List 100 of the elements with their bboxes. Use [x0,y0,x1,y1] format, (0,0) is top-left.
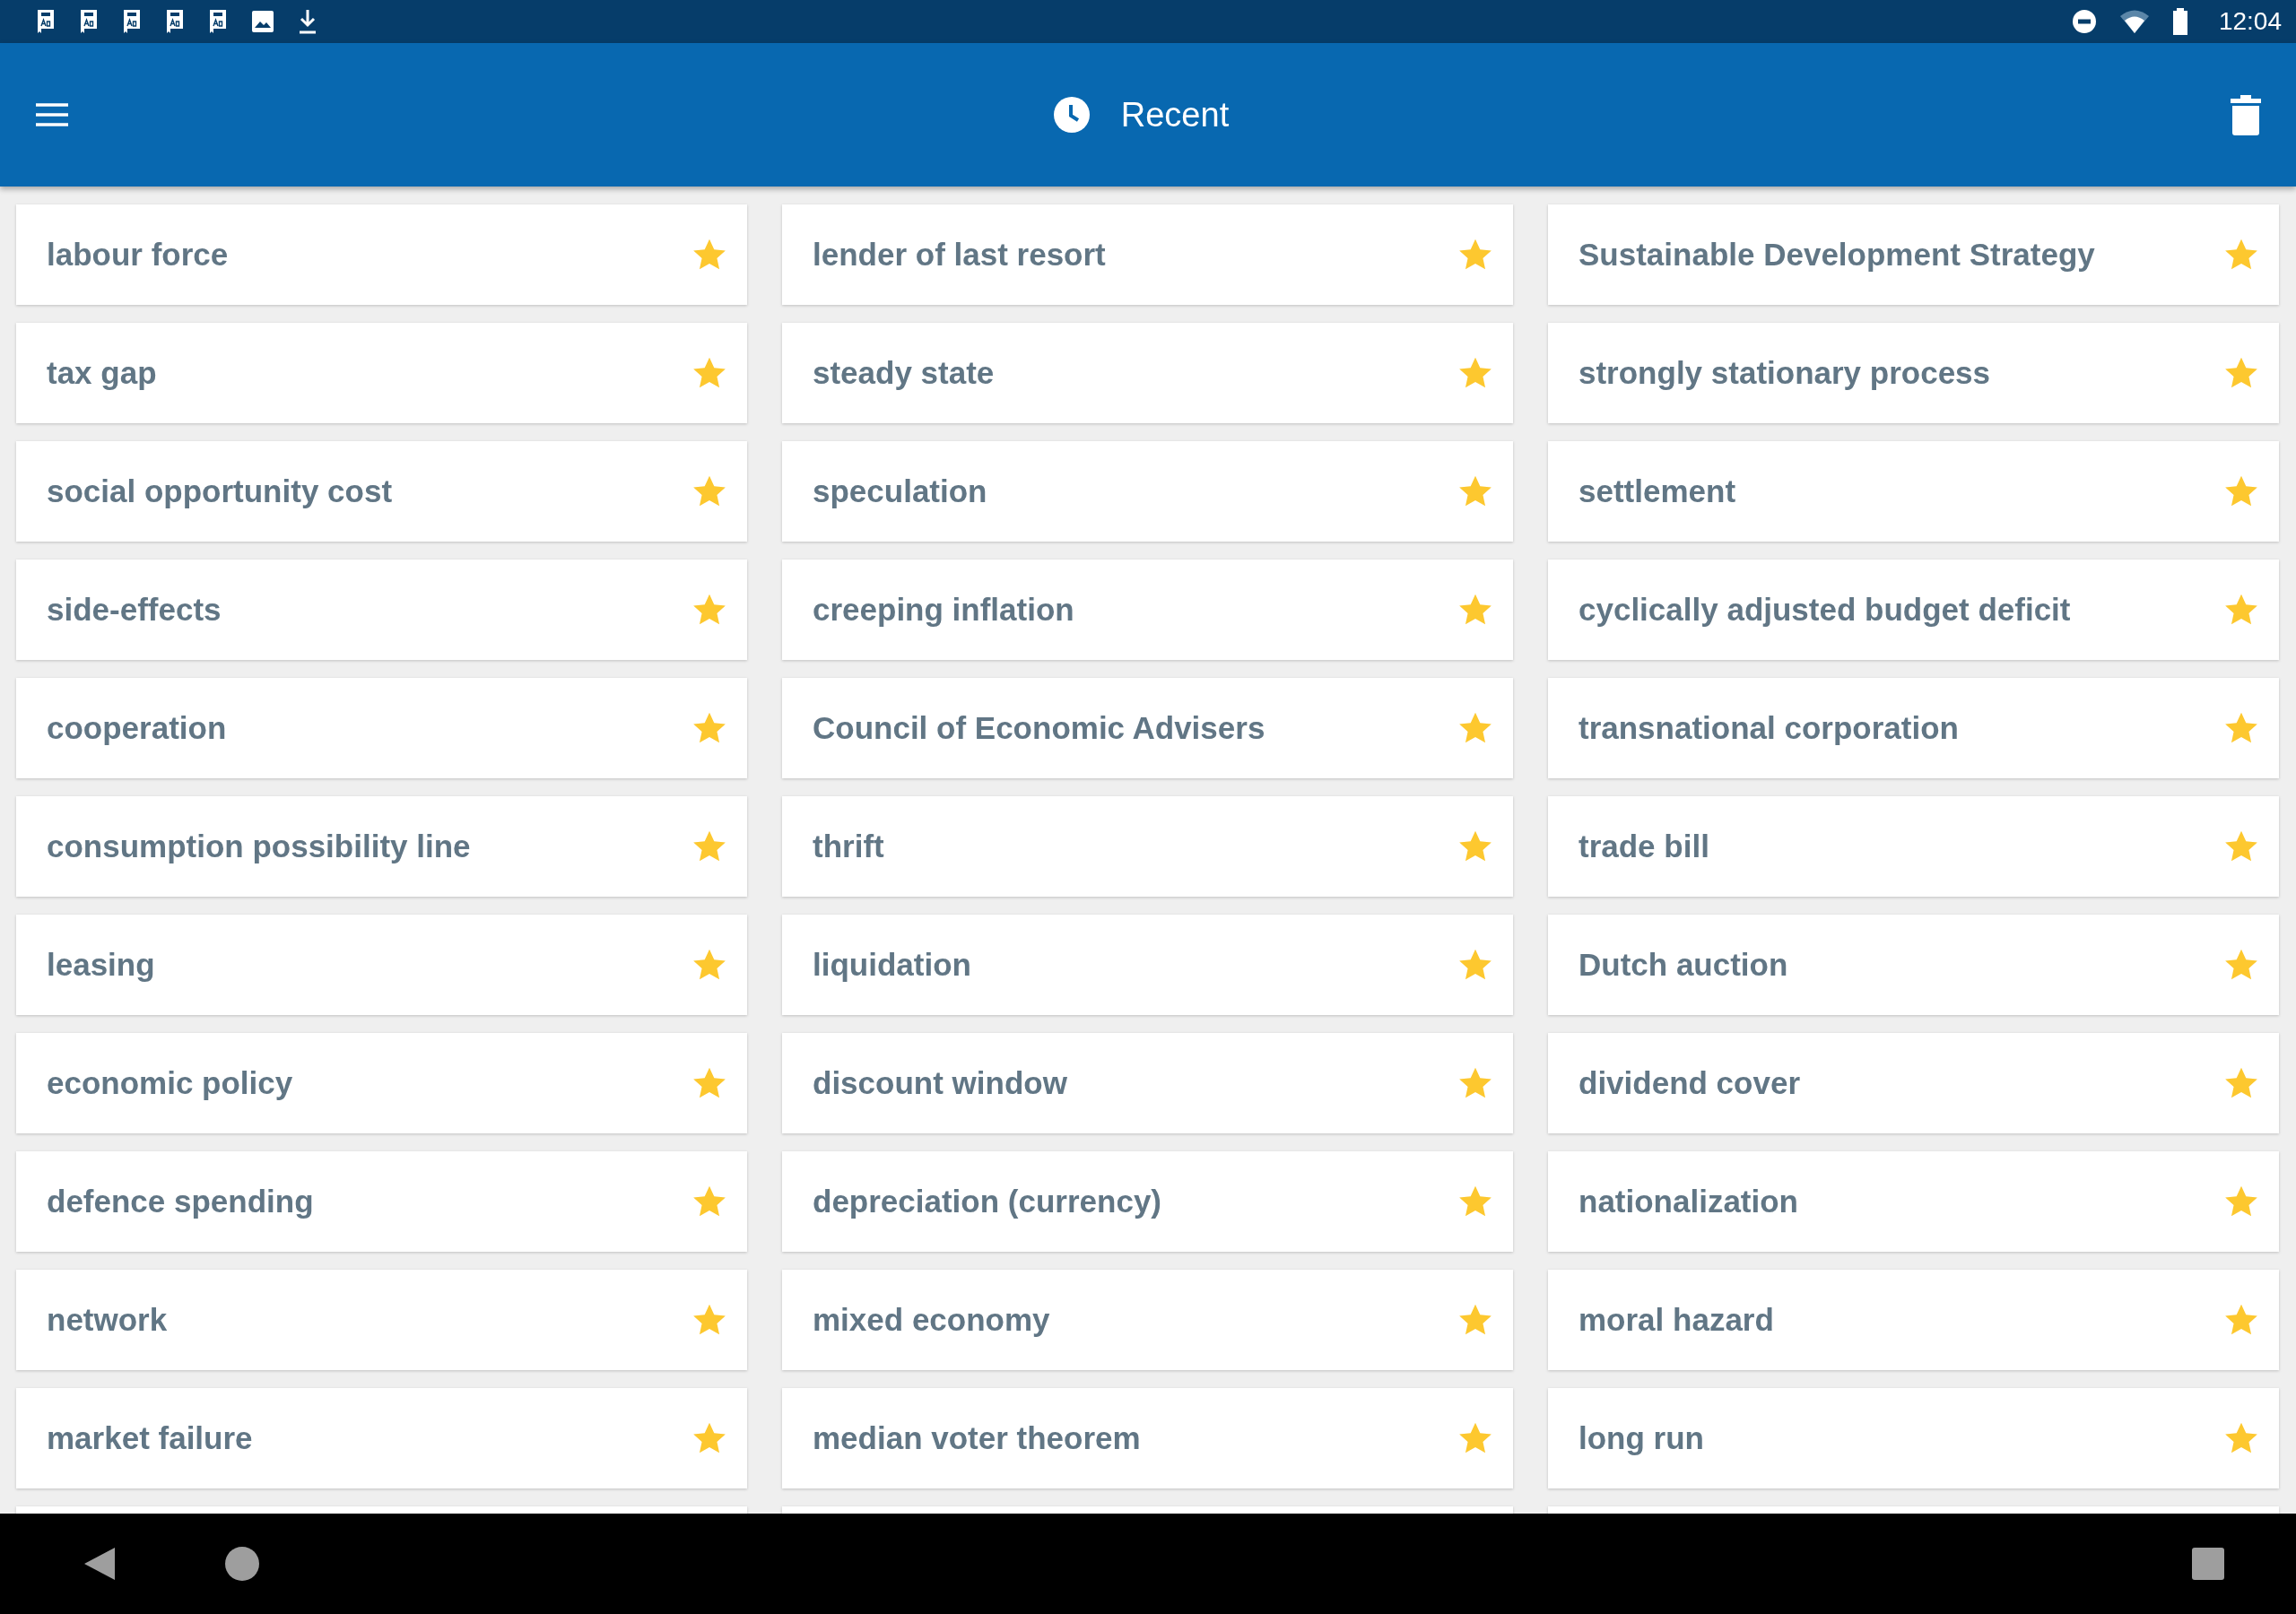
star-icon[interactable] [2223,1066,2259,1100]
term-label: economic policy [47,1065,294,1101]
term-label: trade bill [1578,829,1710,864]
star-icon[interactable] [1457,474,1493,508]
term-card[interactable]: settlement [1548,441,2279,542]
term-card[interactable]: thrift [782,796,1513,897]
star-icon[interactable] [691,593,727,627]
delete-button[interactable] [2230,94,2262,135]
term-card[interactable]: defence spending [16,1151,747,1252]
star-icon[interactable] [1457,1421,1493,1455]
term-card[interactable]: cooperation [16,678,747,778]
term-label: moral hazard [1578,1302,1775,1338]
star-icon[interactable] [2223,829,2259,863]
term-card[interactable]: speculation [782,441,1513,542]
term-label: dividend cover [1578,1065,1802,1101]
term-card[interactable]: dividend cover [1548,1033,2279,1133]
term-label: tax gap [47,355,158,391]
term-card[interactable]: tax gap [16,323,747,423]
star-icon[interactable] [1457,1184,1493,1219]
term-card[interactable]: Council of Economic Advisers [782,678,1513,778]
star-icon[interactable] [1457,829,1493,863]
home-button[interactable] [224,1546,260,1582]
term-card[interactable]: leasing [16,915,747,1015]
term-label: Sustainable Development Strategy [1578,237,2096,273]
star-icon[interactable] [691,238,727,272]
term-label: long run [1578,1420,1705,1456]
term-label: defence spending [47,1184,315,1219]
term-label: depreciation (currency) [813,1184,1162,1219]
term-card[interactable]: trade bill [1548,796,2279,897]
term-label: nationalization [1578,1184,1799,1219]
term-card[interactable]: side-effects [16,560,747,660]
term-label: Dutch auction [1578,947,1789,983]
star-icon[interactable] [2223,948,2259,982]
term-label: cyclically adjusted budget deficit [1578,592,2072,628]
star-icon[interactable] [2223,1184,2259,1219]
star-icon[interactable] [691,1066,727,1100]
term-card[interactable]: long run [1548,1388,2279,1488]
term-card[interactable]: strongly stationary process [1548,323,2279,423]
star-icon[interactable] [691,356,727,390]
star-icon[interactable] [2223,238,2259,272]
term-card[interactable]: nationalization [1548,1151,2279,1252]
star-icon[interactable] [691,829,727,863]
star-icon[interactable] [2223,711,2259,745]
term-label: speculation [813,473,988,509]
star-icon[interactable] [2223,593,2259,627]
menu-button[interactable] [34,101,70,128]
term-card[interactable]: lender of last resort [782,204,1513,305]
term-card[interactable]: discount window [782,1033,1513,1133]
term-card[interactable]: steady state [782,323,1513,423]
star-icon[interactable] [1457,1066,1493,1100]
star-icon[interactable] [2223,1303,2259,1337]
term-card[interactable]: mixed economy [782,1270,1513,1370]
term-label: social opportunity cost [47,473,394,509]
back-button[interactable] [83,1546,117,1582]
star-icon[interactable] [1457,356,1493,390]
star-icon[interactable] [1457,593,1493,627]
term-label: strongly stationary process [1578,355,1992,391]
term-label: discount window [813,1065,1068,1101]
term-card[interactable]: consumption possibility line [16,796,747,897]
term-label: labour force [47,237,230,273]
term-card[interactable]: depreciation (currency) [782,1151,1513,1252]
term-card[interactable]: social opportunity cost [16,441,747,542]
star-icon[interactable] [2223,356,2259,390]
star-icon[interactable] [691,711,727,745]
star-icon[interactable] [691,1421,727,1455]
term-card[interactable]: economic policy [16,1033,747,1133]
dictionary-icon [122,9,142,34]
star-icon[interactable] [2223,1421,2259,1455]
star-icon[interactable] [691,1303,727,1337]
battery-icon [2171,8,2188,35]
term-label: leasing [47,947,156,983]
term-card[interactable]: creeping inflation [782,560,1513,660]
term-label: settlement [1578,473,1737,509]
image-icon [251,10,274,33]
recents-button[interactable] [2192,1548,2224,1580]
term-label: transnational corporation [1578,710,1960,746]
star-icon[interactable] [691,948,727,982]
star-icon[interactable] [1457,238,1493,272]
term-card[interactable]: median voter theorem [782,1388,1513,1488]
term-label: market failure [47,1420,254,1456]
term-card[interactable]: Dutch auction [1548,915,2279,1015]
term-card[interactable]: cyclically adjusted budget deficit [1548,560,2279,660]
clock-time: 12:04 [2218,7,2282,36]
term-label: median voter theorem [813,1420,1142,1456]
wifi-icon [2119,10,2149,33]
star-icon[interactable] [1457,711,1493,745]
term-card[interactable]: market failure [16,1388,747,1488]
term-card[interactable]: moral hazard [1548,1270,2279,1370]
term-card[interactable]: labour force [16,204,747,305]
star-icon[interactable] [2223,474,2259,508]
term-card[interactable]: transnational corporation [1548,678,2279,778]
term-card[interactable]: Sustainable Development Strategy [1548,204,2279,305]
term-card[interactable]: liquidation [782,915,1513,1015]
clock-icon [1052,96,1091,134]
star-icon[interactable] [691,1184,727,1219]
term-label: thrift [813,829,885,864]
star-icon[interactable] [1457,1303,1493,1337]
star-icon[interactable] [691,474,727,508]
star-icon[interactable] [1457,948,1493,982]
term-card[interactable]: network [16,1270,747,1370]
